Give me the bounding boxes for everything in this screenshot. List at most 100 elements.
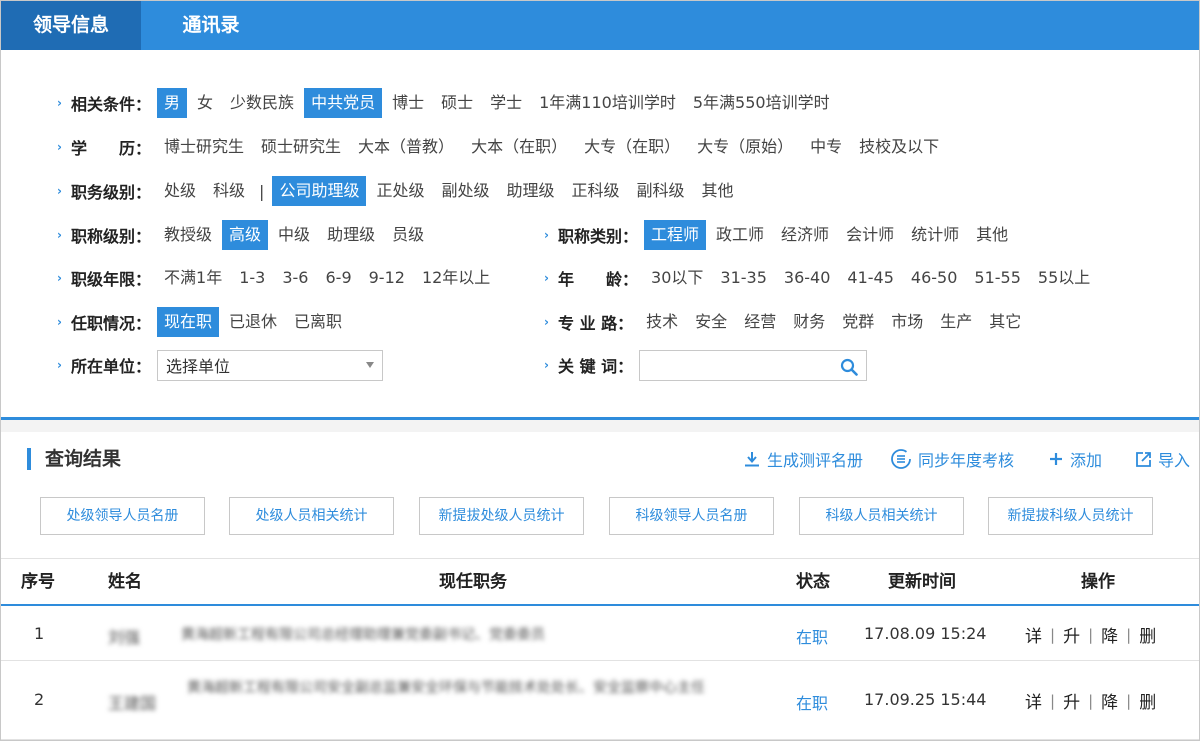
filter-option[interactable]: 大本（普教） [351,132,461,162]
filter-label-rank-years: 职级年限： [71,270,152,289]
filter-option[interactable]: 科级 [206,176,252,206]
filter-option[interactable]: 硕士 [434,88,480,118]
filter-option[interactable]: 经济师 [774,220,836,250]
filter-option[interactable]: 财务 [786,307,832,337]
tab-leader-info[interactable]: 领导信息 [1,1,141,50]
filter-option[interactable]: 大专（原始） [690,132,800,162]
filter-option[interactable]: 员级 [385,220,431,250]
filter-option[interactable]: 36-40 [777,263,838,293]
division-staff-stats-button[interactable]: 处级人员相关统计 [229,497,394,535]
filter-option[interactable]: 教授级 [157,220,219,250]
new-division-promotion-stats-button[interactable]: 新提拔处级人员统计 [419,497,584,535]
filter-option[interactable]: 其它 [982,307,1028,337]
sync-annual-review-label: 同步年度考核 [918,451,1015,470]
filter-option[interactable]: 技校及以下 [852,132,946,162]
import-button[interactable]: 导入 [1135,447,1190,471]
filter-option[interactable]: 1-3 [232,263,272,293]
chevron-right-icon: › [57,358,62,372]
division-leader-roster-button[interactable]: 处级领导人员名册 [40,497,205,535]
filter-option[interactable]: 中级 [271,220,317,250]
filter-option[interactable]: 6-9 [318,263,358,293]
demote-button[interactable]: 降 [1101,688,1118,713]
promote-button[interactable]: 升 [1063,688,1080,713]
filter-option[interactable]: 大专（在职） [577,132,687,162]
filter-option[interactable]: 市场 [884,307,930,337]
delete-button[interactable]: 删 [1139,688,1156,713]
filter-row-specialty: › 专 业 路： 技术 安全 经营 财务 党群 市场 生产 其它 [544,307,1031,337]
filter-option[interactable]: 其他 [969,220,1015,250]
filter-option[interactable]: 政工师 [709,220,771,250]
row-status[interactable]: 在职 [796,690,828,714]
filter-option[interactable]: 30以下 [644,263,710,293]
filter-option[interactable]: 统计师 [904,220,966,250]
add-button[interactable]: 添加 [1048,447,1102,471]
promote-button[interactable]: 升 [1063,622,1080,647]
demote-button[interactable]: 降 [1101,622,1118,647]
filter-options-duty-level-a: 处级 科级 [157,176,255,206]
filter-option[interactable]: 已离职 [287,307,349,337]
filter-option[interactable]: 5年满550培训学时 [686,88,837,118]
filter-option[interactable]: 41-45 [840,263,901,293]
section-staff-stats-button[interactable]: 科级人员相关统计 [799,497,964,535]
filter-option[interactable]: 1年满110培训学时 [532,88,683,118]
filter-option[interactable]: 高级 [222,220,269,250]
filter-option[interactable]: 副处级 [434,176,496,206]
filter-option[interactable]: 中共党员 [304,88,383,118]
filter-option[interactable]: 安全 [688,307,734,337]
filter-option[interactable]: 55以上 [1031,263,1097,293]
filter-option[interactable]: 党群 [835,307,881,337]
filter-option[interactable]: 工程师 [644,220,707,250]
generate-roster-button[interactable]: 生成测评名册 [743,447,863,471]
filter-separator: | [259,181,265,201]
filter-options-duty-level-b: 公司助理级 正处级 副处级 助理级 正科级 副科级 其他 [272,176,743,206]
filter-option[interactable]: 现在职 [157,307,220,337]
filter-option[interactable]: 助理级 [320,220,382,250]
filter-option[interactable]: 3-6 [275,263,315,293]
filter-option[interactable]: 46-50 [904,263,965,293]
import-label: 导入 [1158,451,1191,470]
filter-option[interactable]: 博士 [385,88,431,118]
filter-option[interactable]: 正处级 [369,176,431,206]
filter-option[interactable]: 经营 [737,307,783,337]
detail-button[interactable]: 详 [1025,622,1042,647]
detail-button[interactable]: 详 [1025,688,1042,713]
filter-option[interactable]: 9-12 [362,263,412,293]
col-index: 序号 [21,572,55,592]
filter-option[interactable]: 中专 [803,132,849,162]
filter-option[interactable]: 51-55 [967,263,1028,293]
unit-select[interactable]: 选择单位 [157,349,384,381]
filter-option[interactable]: 硕士研究生 [254,132,348,162]
filter-option[interactable]: 男 [157,88,188,118]
section-leader-roster-button[interactable]: 科级领导人员名册 [609,497,774,535]
row-name: 刘强 [108,628,141,647]
delete-button[interactable]: 删 [1139,622,1156,647]
filter-option[interactable]: 31-35 [713,263,774,293]
col-status: 状态 [796,572,830,592]
filter-option[interactable]: 生产 [933,307,979,337]
filter-option[interactable]: 副科级 [630,176,692,206]
row-status[interactable]: 在职 [796,624,828,648]
sync-annual-review-button[interactable]: 同步年度考核 [890,447,1014,471]
filter-option[interactable]: 女 [190,88,220,118]
filter-option[interactable]: 公司助理级 [272,176,367,206]
filter-option[interactable]: 正科级 [565,176,627,206]
filter-option[interactable]: 会计师 [839,220,901,250]
filter-option[interactable]: 博士研究生 [157,132,251,162]
filter-option[interactable]: 学士 [483,88,529,118]
filter-option[interactable]: 处级 [157,176,203,206]
filter-option[interactable]: 技术 [639,307,685,337]
filter-label-education: 学 历： [71,139,152,158]
search-icon[interactable] [840,358,858,376]
filter-label-duty-level: 职务级别： [71,183,152,202]
tab-contacts[interactable]: 通讯录 [141,1,281,50]
filter-option[interactable]: 助理级 [499,176,561,206]
row-position: 黄海超新工程有限公司总经理助理兼党委副书记、党委委员 [181,627,545,643]
keyword-input[interactable] [640,350,831,380]
filter-option[interactable]: 12年以上 [415,263,497,293]
filter-option[interactable]: 不满1年 [157,263,229,293]
new-section-promotion-stats-button[interactable]: 新提拔科级人员统计 [988,497,1153,535]
filter-option[interactable]: 其他 [695,176,741,206]
filter-option[interactable]: 少数民族 [223,88,301,118]
filter-option[interactable]: 已退休 [222,307,284,337]
filter-option[interactable]: 大本（在职） [464,132,574,162]
